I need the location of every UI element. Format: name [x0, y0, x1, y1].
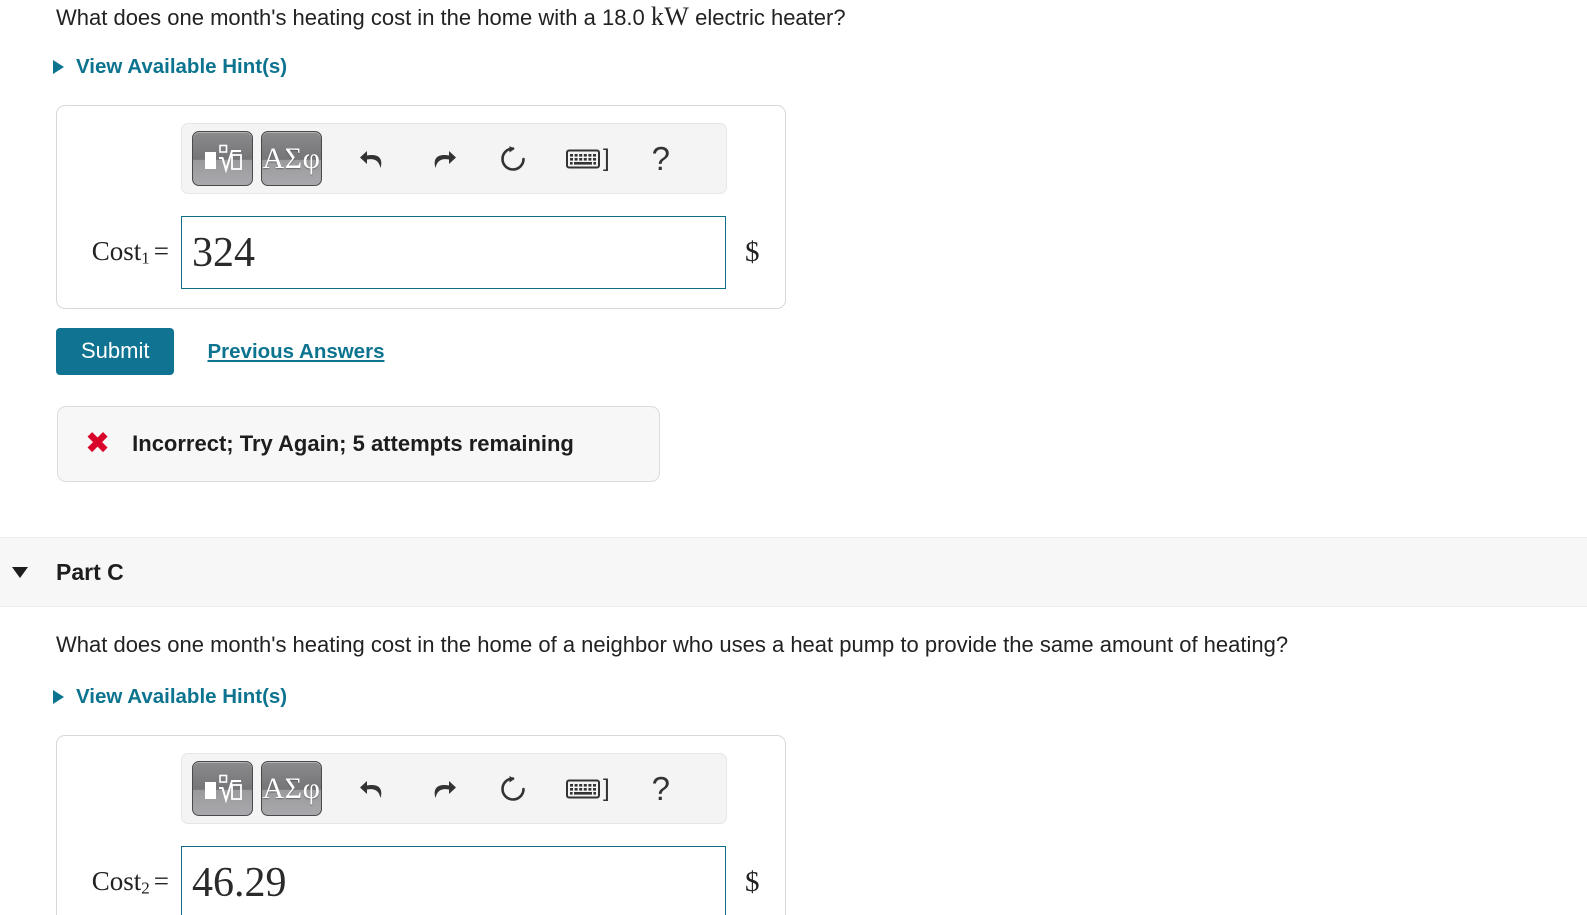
part-c-answer-input[interactable]: 46.29 — [181, 846, 726, 915]
part-c-answer-value: 46.29 — [192, 859, 287, 906]
template-icon — [204, 774, 242, 803]
undo-icon[interactable] — [356, 772, 390, 806]
part-c-answer-unit: $ — [745, 866, 760, 898]
part-c-answer-card: ΑΣφ] ? Cost2 = 46.29 $ — [56, 735, 786, 915]
bracket-label: ] — [603, 144, 610, 172]
template-icon-button[interactable] — [192, 131, 253, 186]
keyboard-toggle[interactable]: ] — [566, 774, 610, 802]
part-c-variable-name: Cost — [91, 866, 142, 897]
part-b-submit-row: Submit Previous Answers — [56, 328, 384, 375]
part-c-variable-label: Cost2 = — [57, 866, 181, 899]
reset-icon[interactable] — [496, 772, 530, 806]
part-b-question-suffix: electric heater? — [689, 5, 846, 30]
chevron-down-icon — [12, 566, 28, 578]
part-c-header[interactable]: Part C — [0, 537, 1587, 607]
part-b-answer-unit: $ — [745, 236, 760, 268]
template-icon-button[interactable] — [192, 761, 253, 816]
bracket-label: ] — [603, 774, 610, 802]
greek-symbols-button[interactable]: ΑΣφ — [261, 131, 322, 186]
part-c-title: Part C — [56, 558, 124, 585]
part-b-variable-label: Cost1 = — [57, 236, 181, 269]
part-b-question: What does one month's heating cost in th… — [56, 2, 846, 32]
part-b-variable-subscript: 1 — [141, 248, 150, 268]
help-icon[interactable]: ? — [652, 772, 670, 805]
redo-icon[interactable] — [426, 142, 460, 176]
triangle-right-icon — [53, 690, 64, 704]
part-b-answer-input[interactable]: 324 — [181, 216, 726, 289]
part-b-answer-card: ΑΣφ] ? Cost1 = 324 $ — [56, 105, 786, 309]
part-c-view-hints-link[interactable]: View Available Hint(s) — [53, 685, 287, 709]
part-b-math-toolbar: ΑΣφ] ? — [181, 123, 727, 194]
keyboard-toggle[interactable]: ] — [566, 144, 610, 172]
keyboard-icon — [566, 779, 600, 798]
redo-icon[interactable] — [426, 772, 460, 806]
part-b-answer-value: 324 — [192, 229, 255, 276]
assignment-page: What does one month's heating cost in th… — [0, 0, 1587, 915]
part-b-hint-label: View Available Hint(s) — [76, 55, 288, 78]
part-b-input-row: Cost1 = 324 $ — [57, 216, 785, 289]
part-b-view-hints-link[interactable]: View Available Hint(s) — [53, 55, 287, 79]
part-b-feedback-text: Incorrect; Try Again; 5 attempts remaini… — [132, 431, 574, 456]
part-b-question-prefix: What does one month's heating cost in th… — [56, 5, 651, 30]
greek-symbols-label: ΑΣφ — [262, 771, 321, 805]
help-icon[interactable]: ? — [652, 142, 670, 175]
part-c-question: What does one month's heating cost in th… — [56, 632, 1289, 657]
part-b-feedback-box: ✖ Incorrect; Try Again; 5 attempts remai… — [57, 406, 660, 482]
triangle-right-icon — [53, 60, 64, 74]
reset-icon[interactable] — [496, 142, 530, 176]
incorrect-x-icon: ✖ — [85, 426, 111, 461]
part-c-toolbar-icons: ] ? — [356, 772, 670, 806]
previous-answers-link[interactable]: Previous Answers — [207, 340, 384, 364]
greek-symbols-label: ΑΣφ — [262, 141, 321, 175]
keyboard-icon — [566, 149, 600, 168]
template-icon — [204, 144, 242, 173]
greek-symbols-button[interactable]: ΑΣφ — [261, 761, 322, 816]
part-b-variable-name: Cost — [91, 236, 142, 267]
part-c-hint-label: View Available Hint(s) — [76, 685, 288, 708]
undo-icon[interactable] — [356, 142, 390, 176]
submit-button[interactable]: Submit — [56, 328, 175, 375]
part-c-equals-sign: = — [153, 866, 169, 897]
part-b-question-unit: kW — [650, 2, 690, 31]
part-c-variable-subscript: 2 — [141, 878, 150, 898]
part-c-input-row: Cost2 = 46.29 $ — [57, 846, 785, 915]
part-b-toolbar-icons: ] ? — [356, 142, 670, 176]
part-b-equals-sign: = — [153, 236, 169, 267]
part-c-math-toolbar: ΑΣφ] ? — [181, 753, 727, 824]
